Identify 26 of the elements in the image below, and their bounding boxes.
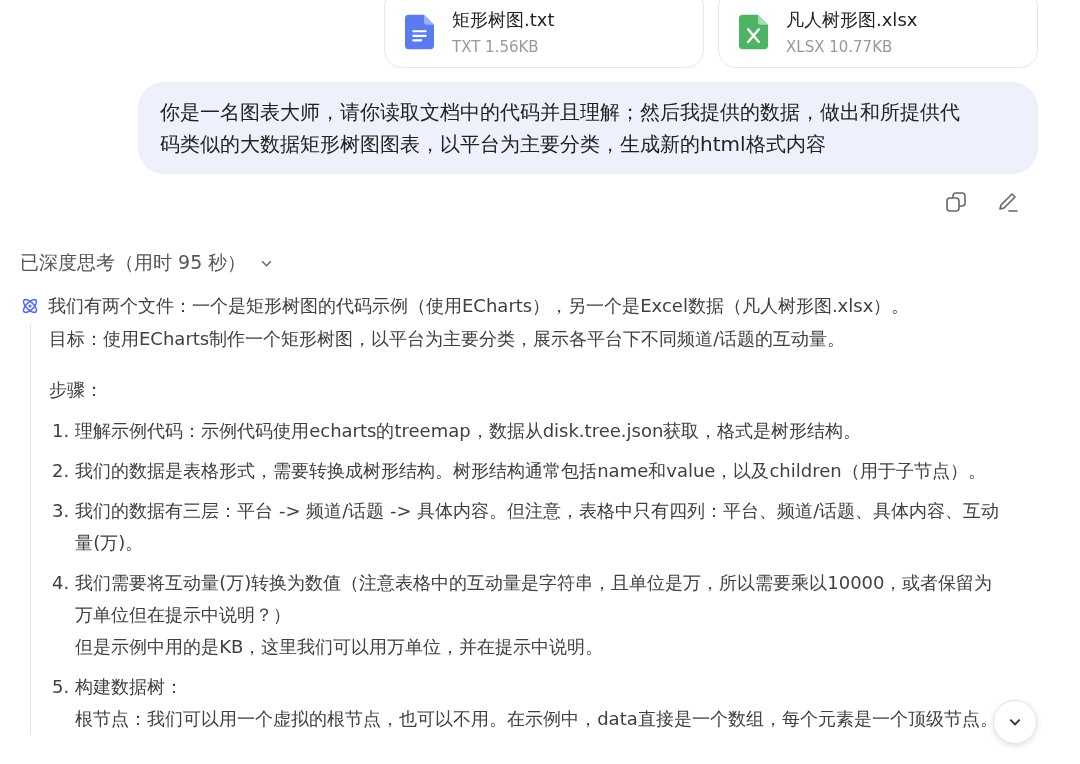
step-text: 我们需要将互动量(万)转换为数值（注意表格中的互动量是字符串，且单位是万，所以需要乘以10000，或者保留为万单位但在提示中说明？） xyxy=(75,571,994,627)
file-name: 矩形树图.txt xyxy=(452,8,555,32)
thinking-text: 我们有两个文件：一个是矩形树图的代码示例（使用ECharts），另一个是Excel数据（凡人树形图.xlsx）。 xyxy=(48,294,910,318)
user-message: 你是一名图表大师，请你读取文档中的代码并且理解；然后我提供的数据，做出和所提供代码类似的大数据矩形树图图表，以平台为主要分类，生成新的html格式内容 xyxy=(138,82,1038,174)
step-note: 根节点：我们可以用一个虚拟的根节点，也可以不用。在示例中，data直接是一个数组，每个元素是一个顶级节点。 xyxy=(75,707,998,731)
thinking-toggle[interactable]: 已深度思考（用时 95 秒） xyxy=(20,250,274,276)
step-text: 理解示例代码：示例代码使用echarts的treemap，数据从disk.tree.json获取，格式是树形结构。 xyxy=(75,419,862,443)
steps-heading: 步骤： xyxy=(49,378,104,402)
step-number: 5. xyxy=(52,675,70,699)
spreadsheet-icon xyxy=(739,14,768,50)
file-size: TXT 1.56KB xyxy=(452,38,540,56)
step-number: 3. xyxy=(52,499,70,523)
step-number: 4. xyxy=(52,571,70,595)
step-number: 1. xyxy=(52,419,70,443)
step-number: 2. xyxy=(52,459,70,483)
document-icon xyxy=(405,14,434,50)
atom-icon xyxy=(20,296,40,316)
step-note: 但是示例中用的是KB，这里我们可以用万单位，并在提示中说明。 xyxy=(75,635,605,659)
step-text: 我们的数据有三层：平台 -> 频道/话题 -> 具体内容。但注意，表格中只有四列：平台、频道/话题、具体内容、互动量(万)。 xyxy=(75,499,1000,555)
step-text: 我们的数据是表格形式，需要转换成树形结构。树形结构通常包括name和value，以及children（用于子节点）。 xyxy=(75,459,986,483)
thinking-text: 目标：使用ECharts制作一个矩形树图，以平台为主要分类，展示各平台下不同频道/话题的互动量。 xyxy=(49,327,847,351)
file-name: 凡人树形图.xlsx xyxy=(786,8,918,32)
step-text: 构建数据树： xyxy=(75,675,185,699)
copy-icon[interactable] xyxy=(944,190,968,214)
edit-icon[interactable] xyxy=(996,190,1020,214)
file-size: XLSX 10.77KB xyxy=(786,38,894,56)
